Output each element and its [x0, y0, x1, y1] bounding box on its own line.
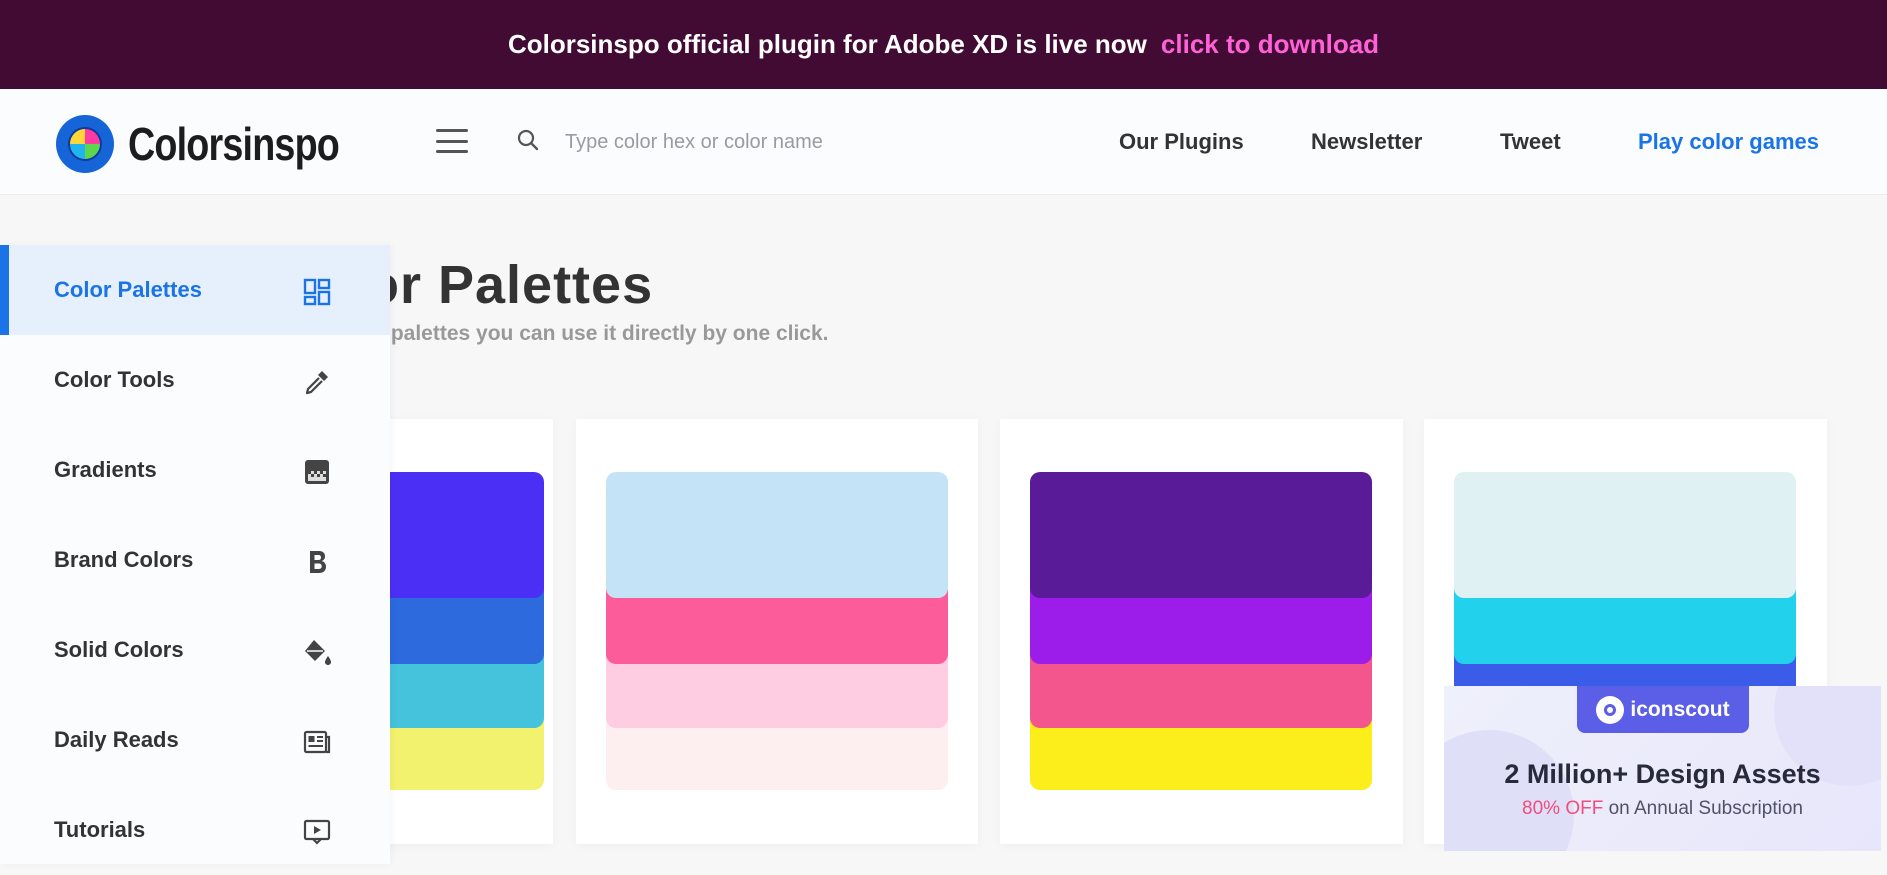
sidebar-item-label: Gradients	[54, 457, 157, 482]
color-swatch[interactable]	[606, 472, 948, 598]
download-link[interactable]: click to download	[1161, 29, 1379, 60]
bold-b-icon	[310, 551, 326, 573]
color-swatch[interactable]	[1454, 472, 1796, 598]
sidebar-item-solid-colors[interactable]: Solid Colors	[0, 605, 390, 695]
sidebar-item-color-tools[interactable]: Color Tools	[0, 335, 390, 425]
article-icon	[303, 730, 331, 754]
ad-banner[interactable]: iconscout 2 Million+ Design Assets 80% O…	[1444, 686, 1881, 851]
color-swatch[interactable]	[1030, 472, 1372, 598]
banner-message: Colorsinspo official plugin for Adobe XD…	[507, 29, 1147, 59]
paint-bucket-icon	[305, 640, 331, 665]
hamburger-menu-icon[interactable]	[436, 129, 468, 153]
palette-card[interactable]	[576, 419, 978, 844]
sidebar-item-label: Daily Reads	[54, 727, 179, 752]
search-icon	[517, 129, 539, 151]
eyedropper-icon	[305, 371, 328, 395]
brand-name[interactable]: Colorsinspo	[128, 117, 340, 171]
sidebar-item-tutorials[interactable]: Tutorials	[0, 785, 390, 875]
gradient-icon	[305, 460, 329, 484]
search-input[interactable]	[563, 119, 987, 165]
sidebar-item-label: Color Tools	[54, 367, 175, 392]
ad-brand: iconscout	[1630, 697, 1730, 721]
sidebar-menu: Color Palettes Color Tools Gradients Bra…	[0, 245, 390, 864]
nav-our-plugins[interactable]: Our Plugins	[1119, 129, 1244, 155]
nav-tweet[interactable]: Tweet	[1500, 129, 1561, 155]
ad-subtitle-rest: on Annual Subscription	[1603, 798, 1803, 819]
iconscout-badge[interactable]: iconscout	[1577, 686, 1749, 733]
sidebar-item-label: Solid Colors	[54, 637, 184, 662]
sidebar-item-label: Tutorials	[54, 817, 146, 842]
sidebar-item-label: Color Palettes	[54, 277, 202, 302]
nav-play-color-games[interactable]: Play color games	[1638, 129, 1819, 155]
page-subtitle: l color palettes you can use it directly…	[322, 322, 829, 345]
palette-swatches	[1030, 472, 1372, 790]
sidebar-item-label: Brand Colors	[54, 547, 194, 572]
video-play-icon	[303, 819, 331, 845]
sidebar-item-color-palettes[interactable]: Color Palettes	[0, 245, 390, 335]
announcement-banner: Colorsinspo official plugin for Adobe XD…	[0, 0, 1887, 89]
site-header: Colorsinspo Our Plugins Newsletter Tweet…	[0, 89, 1887, 195]
sidebar-item-gradients[interactable]: Gradients	[0, 425, 390, 515]
palette-swatches	[606, 472, 948, 790]
sidebar-item-brand-colors[interactable]: Brand Colors	[0, 515, 390, 605]
ad-discount: 80% OFF	[1522, 798, 1604, 819]
sidebar-item-daily-reads[interactable]: Daily Reads	[0, 695, 390, 785]
dashboard-icon	[303, 278, 331, 306]
palette-card[interactable]	[1000, 419, 1403, 844]
ad-title: 2 Million+ Design Assets	[1504, 759, 1821, 789]
ad-subtitle: 80% OFF on Annual Subscription	[1444, 798, 1881, 820]
iconscout-logo-icon	[1596, 695, 1625, 724]
logo-icon[interactable]	[56, 115, 114, 173]
nav-newsletter[interactable]: Newsletter	[1311, 129, 1422, 155]
